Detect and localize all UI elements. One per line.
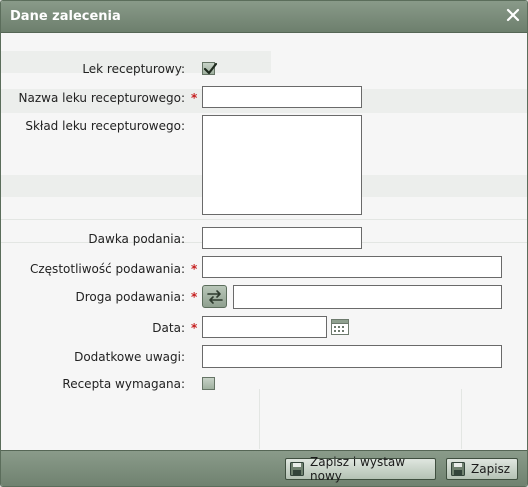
required-marker: * [191,321,198,335]
route-picker-button[interactable] [202,285,227,308]
order-details-dialog: Dane zalecenia Lek recepturowy: Nazwa le… [0,0,528,487]
notes-label: Dodatkowe uwagi: [74,350,185,364]
composition-textarea[interactable] [202,115,362,215]
save-label: Zapisz [471,462,511,476]
date-input[interactable] [202,316,327,338]
composition-label: Skład leku recepturowego: [25,119,185,133]
floppy-disk-icon [451,462,465,476]
checkmark-icon [203,62,218,75]
notes-input[interactable] [202,345,502,368]
compounded-checkbox[interactable] [202,62,218,75]
dialog-title-bar[interactable]: Dane zalecenia [1,1,527,33]
dose-input[interactable] [202,227,362,249]
calendar-icon[interactable] [331,318,349,335]
frequency-input[interactable] [202,256,502,278]
route-input[interactable] [233,285,502,309]
floppy-disk-icon [290,462,304,476]
required-marker: * [191,290,198,304]
compounded-label: Lek recepturowy: [82,62,185,76]
background-ghost [259,389,260,449]
name-input[interactable] [202,86,362,108]
swap-arrows-icon [207,290,223,304]
save-button[interactable]: Zapisz [446,458,518,480]
route-label: Droga podawania: [75,290,185,304]
dialog-title: Dane zalecenia [10,9,121,24]
frequency-label: Częstotliwość podawania: [30,262,185,276]
save-and-issue-new-label: Zapisz i wystaw nowy [310,455,406,483]
name-label: Nazwa leku recepturowego: [18,91,186,105]
prescription-checkbox[interactable] [202,377,215,390]
prescription-label: Recepta wymagana: [62,377,185,391]
dose-label: Dawka podania: [88,232,185,246]
close-icon[interactable] [506,8,520,22]
dialog-footer: Zapisz i wystaw nowy Zapisz [1,450,527,486]
save-and-issue-new-button[interactable]: Zapisz i wystaw nowy [285,455,436,483]
required-marker: * [191,91,198,105]
required-marker: * [191,262,198,276]
background-ghost [1,219,527,220]
background-ghost [461,389,462,449]
date-label: Data: [152,321,185,335]
